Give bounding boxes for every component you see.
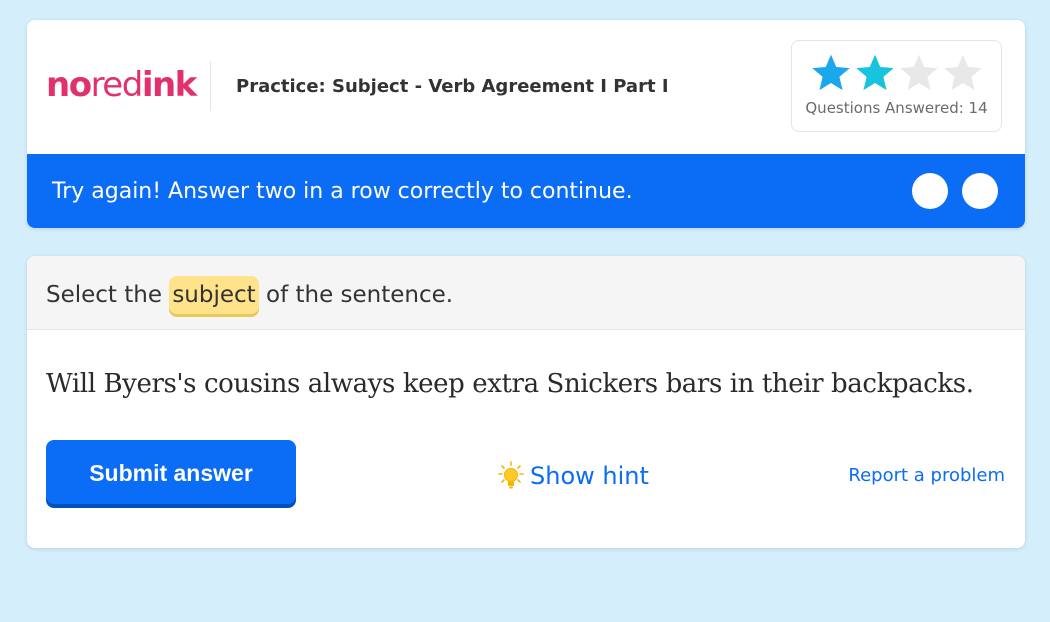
star-rating (810, 52, 984, 94)
logo-part-no: no (46, 65, 92, 105)
star-icon-filled (812, 54, 850, 91)
feedback-banner: Try again! Answer two in a row correctly… (27, 154, 1025, 228)
report-problem-link[interactable]: Report a problem (848, 463, 1005, 489)
banner-message: Try again! Answer two in a row correctly… (52, 179, 633, 204)
logo-part-red: red (90, 65, 144, 105)
prompt-highlight-subject: subject (169, 276, 259, 314)
show-hint-button[interactable]: Show hint (498, 460, 649, 492)
progress-box: Questions Answered: 14 (791, 40, 1002, 132)
question-sentence[interactable]: Will Byers's cousins always keep extra S… (46, 366, 974, 402)
prompt-text-before: Select the (46, 282, 170, 308)
logo-part-ink: ink (141, 65, 197, 105)
header-divider (210, 61, 211, 111)
practice-header-card: noredink Practice: Subject - Verb Agreem… (27, 20, 1025, 228)
noredink-logo[interactable]: noredink (46, 65, 197, 105)
question-prompt: Select the subject of the sentence. (46, 276, 453, 314)
prompt-row: Select the subject of the sentence. (27, 256, 1025, 330)
show-hint-label: Show hint (530, 462, 649, 490)
practice-title: Practice: Subject - Verb Agreement I Par… (236, 76, 669, 97)
star-icon-filled (856, 54, 894, 91)
star-icon-empty (900, 54, 938, 91)
question-card: Select the subject of the sentence. Will… (27, 256, 1025, 548)
prompt-text-after: of the sentence. (258, 282, 454, 308)
star-icon-empty (944, 54, 982, 91)
questions-answered-label: Questions Answered: 14 (805, 99, 988, 117)
streak-indicator-2 (962, 173, 998, 209)
submit-answer-button[interactable]: Submit answer (46, 440, 296, 504)
header-row: noredink Practice: Subject - Verb Agreem… (27, 20, 1025, 154)
lightbulb-icon (498, 461, 524, 489)
streak-indicator-1 (912, 173, 948, 209)
